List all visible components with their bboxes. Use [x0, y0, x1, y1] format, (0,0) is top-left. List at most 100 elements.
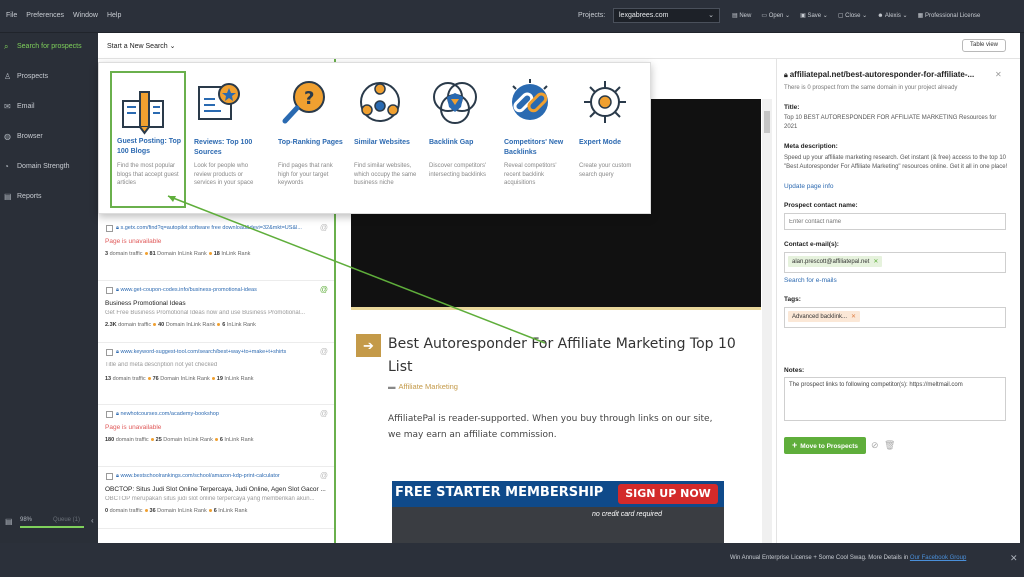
option-competitors-backlinks[interactable]: Competitors' New Backlinks Reveal compet…	[497, 63, 573, 215]
row-url[interactable]: 🔒︎ www.bestschoolrankings.com/school/ama…	[116, 473, 321, 480]
sidebar-item-label: Prospects	[17, 73, 49, 80]
option-backlink-gap[interactable]: Backlink Gap Discover competitors' inter…	[422, 63, 498, 215]
project-select-value: lexgabrees.com	[619, 12, 669, 19]
sidebar-item-domain-strength[interactable]: ◔ Domain Strength	[0, 157, 98, 179]
banner-signup-button[interactable]: SIGN UP NOW	[618, 484, 718, 504]
trash-icon[interactable]: 🗑︎	[884, 440, 895, 451]
row-url[interactable]: 🔒︎ www.keyword-suggest-tool.com/search/b…	[116, 349, 321, 356]
row-url[interactable]: 🔒︎ s.getx.com/find?q=autopilot software …	[116, 225, 321, 232]
inlink-rank-value: 19	[216, 376, 223, 382]
ban-icon[interactable]: ⊘	[871, 440, 879, 451]
remove-email-icon[interactable]: ✕	[873, 259, 878, 265]
new-button[interactable]: ▤ New	[732, 12, 751, 19]
plus-icon: +	[791, 440, 798, 450]
metric-dot	[144, 508, 148, 512]
title-label: Title:	[784, 104, 800, 111]
save-button[interactable]: ▣ Save ⌄	[800, 12, 828, 19]
option-guest-posting[interactable]: Guest Posting: Top 100 Blogs Find the mo…	[110, 71, 186, 208]
close-icon[interactable]: ✕	[995, 70, 1002, 79]
option-expert-mode[interactable]: Expert Mode Create your custom search qu…	[572, 63, 648, 215]
contact-name-input[interactable]	[784, 213, 1006, 230]
row-checkbox[interactable]	[106, 473, 113, 480]
email-found-icon: @	[319, 471, 328, 480]
email-field[interactable]: alan.prescott@affiliatepal.net ✕	[784, 252, 1006, 273]
option-similar-websites[interactable]: Similar Websites Find similar websites, …	[347, 63, 423, 215]
close-button[interactable]: ▢ Close ⌄	[838, 12, 867, 19]
detail-url[interactable]: 🔒︎ affiliatepal.net/best-autoresponder-fo…	[784, 70, 974, 80]
banner-title: FREE STARTER MEMBERSHIP	[395, 485, 604, 500]
progress-percent: 98%	[20, 517, 33, 523]
toolbar: ▤ New ▭ Open ⌄ ▣ Save ⌄ ▢ Close ⌄ ☻ Alex…	[732, 12, 980, 19]
metric-dot	[214, 437, 218, 441]
inlink-rank-value: 18	[213, 251, 220, 257]
row-url[interactable]: 🔒︎ www.get-coupon-codes.info/business-pr…	[116, 287, 321, 294]
row-url[interactable]: 🔒︎ newhotcourses.com/academy-bookshop	[116, 411, 321, 418]
row-checkbox[interactable]	[106, 411, 113, 418]
inlink-rank-label: InLink Rank	[224, 437, 254, 443]
menu-file[interactable]: File	[6, 12, 17, 19]
option-desc: Look for people who review products or s…	[194, 163, 254, 186]
option-reviews[interactable]: Reviews: Top 100 Sources Look for people…	[187, 63, 263, 215]
tags-field[interactable]: Advanced backlink... ✕	[784, 307, 1006, 328]
list-item[interactable]: 🔒︎ www.bestschoolrankings.com/school/ama…	[98, 467, 334, 529]
license-label: Professional License	[924, 13, 981, 19]
move-to-prospects-button[interactable]: + Move to Prospects	[784, 437, 866, 454]
facebook-group-link[interactable]: Our Facebook Group	[910, 555, 966, 561]
metric-dot	[150, 437, 154, 441]
table-view-button[interactable]: Table view	[962, 39, 1006, 52]
close-icon[interactable]: ✕	[1010, 553, 1018, 564]
traffic-label: domain traffic	[109, 251, 143, 257]
inlink-rank-value: 6	[219, 437, 223, 443]
tag-chip-label: Advanced backlink...	[792, 314, 848, 320]
sidebar-item-label: Reports	[17, 193, 42, 200]
sidebar-item-search[interactable]: ⌕ Search for prospects	[0, 37, 98, 59]
menu-help[interactable]: Help	[107, 12, 121, 19]
list-item[interactable]: 🔒︎ newhotcourses.com/academy-bookshop @ Pa…	[98, 405, 334, 467]
preview-scrollbar[interactable]	[762, 99, 772, 543]
license-button[interactable]: ▦ Professional License	[918, 12, 981, 19]
list-item[interactable]: 🔒︎ www.get-coupon-codes.info/business-pr…	[98, 281, 334, 343]
domain-rank-label: Domain InLink Rank	[160, 376, 210, 382]
option-title: Guest Posting: Top 100 Blogs	[117, 138, 182, 155]
row-checkbox[interactable]	[106, 225, 113, 232]
detail-url-text: affiliatepal.net/best-autoresponder-for-…	[789, 70, 975, 79]
sidebar-item-prospects[interactable]: ♙ Prospects	[0, 67, 98, 89]
row-checkbox[interactable]	[106, 349, 113, 356]
page-unavailable: Page is unavailable	[105, 238, 162, 245]
update-page-info-link[interactable]: Update page info	[784, 183, 834, 190]
tags-label: Tags:	[784, 296, 801, 303]
sidebar-item-reports[interactable]: ▤ Reports	[0, 187, 98, 209]
menu-preferences[interactable]: Preferences	[26, 12, 64, 19]
queue-status: Queue (1)	[53, 517, 81, 523]
user-button[interactable]: ☻ Alexis ⌄	[877, 12, 907, 19]
sidebar-item-email[interactable]: ✉ Email	[0, 97, 98, 119]
scrollbar-thumb[interactable]	[764, 111, 770, 133]
task-progress[interactable]: ▤ 98% Queue (1)	[0, 515, 98, 531]
search-emails-link[interactable]: Search for e-mails	[784, 277, 837, 284]
option-top-ranking[interactable]: ? Top-Ranking Pages Find pages that rank…	[271, 63, 347, 215]
option-title: Backlink Gap	[429, 139, 474, 146]
list-item[interactable]: 🔒︎ s.getx.com/find?q=autopilot software …	[98, 219, 334, 281]
start-new-search-dropdown[interactable]: Start a New Search ⌄	[107, 42, 176, 50]
move-to-prospects-label: Move to Prospects	[800, 443, 859, 450]
email-label: Contact e-mail(s):	[784, 241, 839, 248]
traffic-value: 3	[105, 251, 109, 257]
notes-textarea[interactable]: The prospect links to following competit…	[784, 377, 1006, 421]
start-new-search-label: Start a New Search	[107, 43, 168, 50]
sidebar-item-browser[interactable]: ◍ Browser	[0, 127, 98, 149]
list-item[interactable]: 🔒︎ www.keyword-suggest-tool.com/search/b…	[98, 343, 334, 405]
preview-category[interactable]: ▬ Affiliate Marketing	[388, 382, 458, 391]
metric-dot	[217, 322, 221, 326]
row-metrics: 2.3K domain traffic 40 Domain InLink Rank…	[105, 322, 256, 328]
chevron-down-icon: ⌄	[708, 12, 714, 19]
license-icon: ▦	[917, 13, 925, 19]
metric-dot	[208, 251, 212, 255]
row-checkbox[interactable]	[106, 287, 113, 294]
open-button[interactable]: ▭ Open ⌄	[761, 12, 790, 19]
collapse-sidebar-icon[interactable]: ‹	[91, 516, 94, 525]
menu-window[interactable]: Window	[73, 12, 98, 19]
chain-link-icon	[512, 79, 548, 120]
remove-tag-icon[interactable]: ✕	[851, 314, 856, 320]
preview-banner[interactable]: FREE STARTER MEMBERSHIP SIGN UP NOW no c…	[392, 481, 724, 543]
project-select[interactable]: lexgabrees.com ⌄	[613, 8, 720, 23]
